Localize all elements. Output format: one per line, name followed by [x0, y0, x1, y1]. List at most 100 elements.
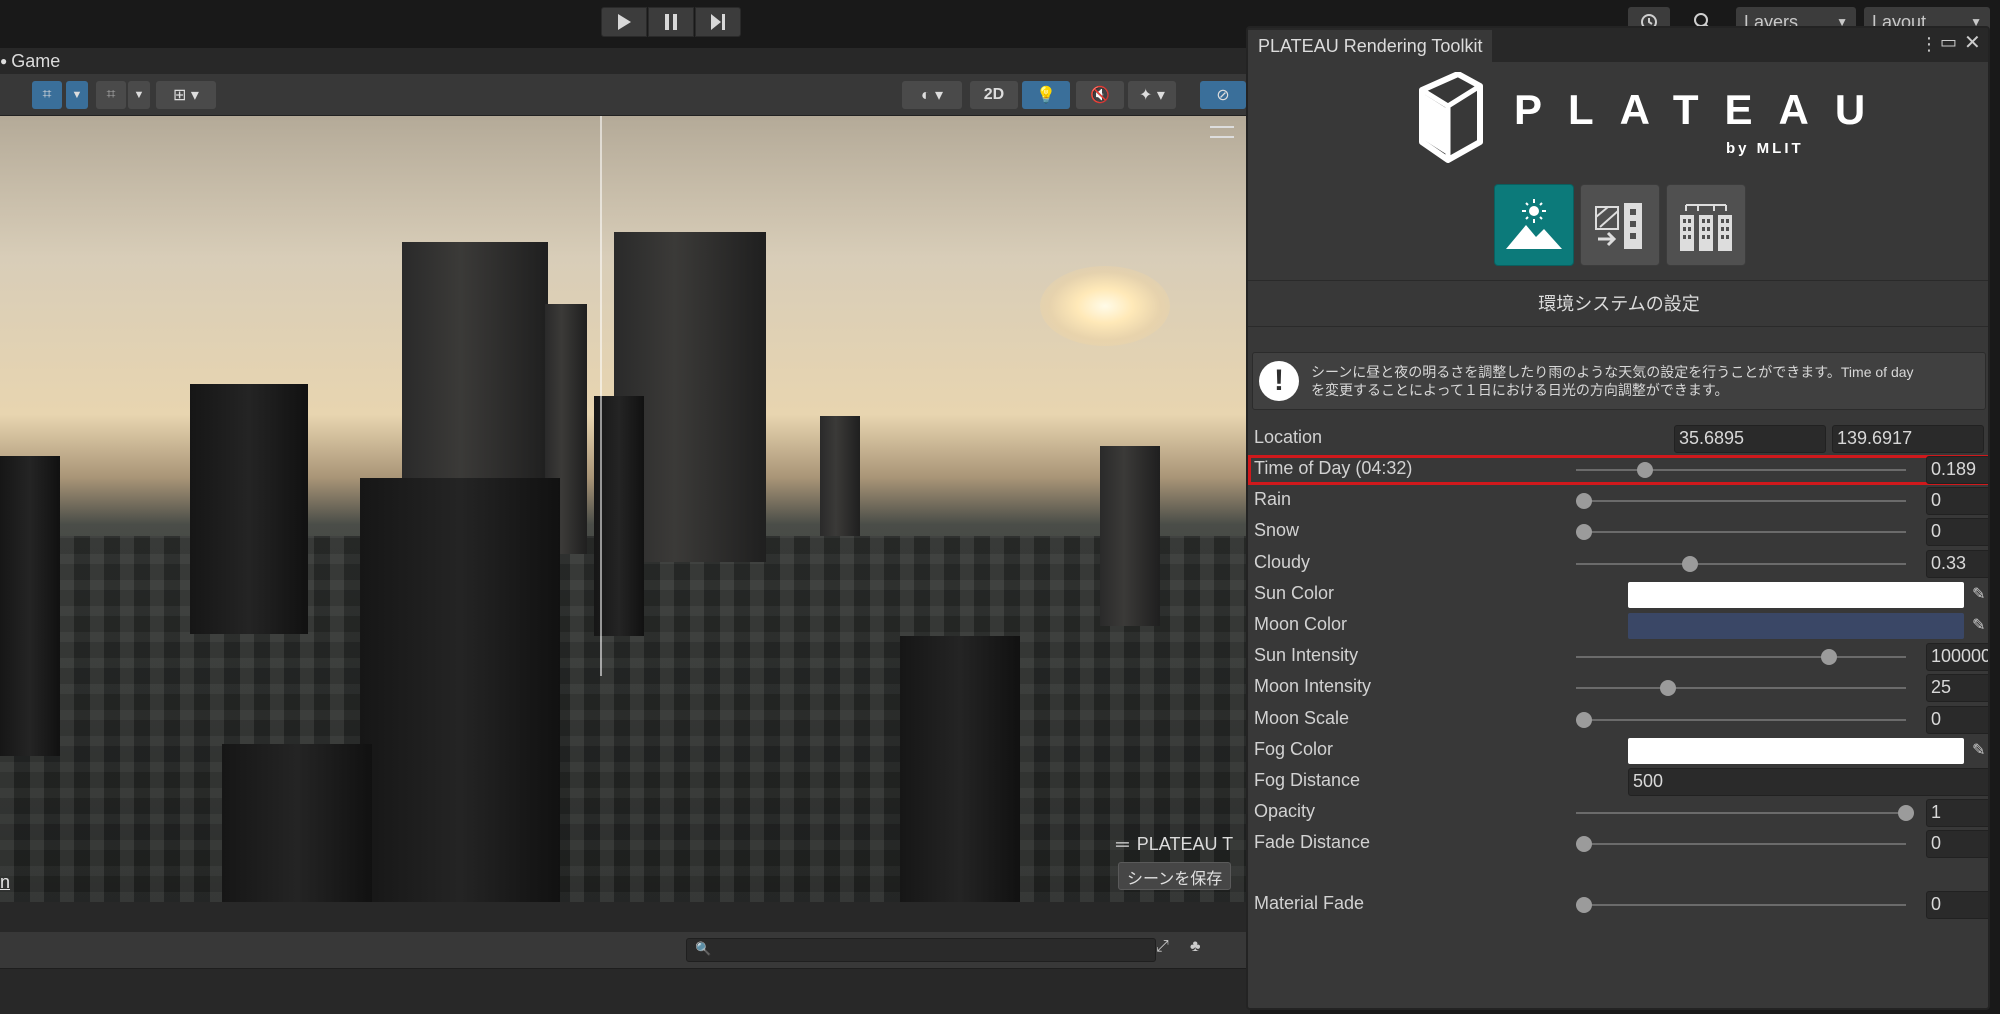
grid-snap-button[interactable]: ⌗ — [96, 81, 126, 109]
moon-color-swatch[interactable] — [1628, 613, 1964, 639]
fade-distance-slider-track[interactable] — [1576, 843, 1906, 846]
building — [820, 416, 860, 536]
toggle-2d-button[interactable]: 2D — [970, 81, 1018, 109]
visibility-toggle[interactable]: ⊘ — [1200, 81, 1246, 109]
search-icon: 🔍 — [695, 941, 712, 956]
material-fade-value[interactable]: 0 — [1926, 891, 1988, 919]
cloudy-value[interactable]: 0.33 — [1926, 549, 1988, 578]
cloudy-label: Cloudy — [1254, 551, 1311, 572]
cloudy-slider-track[interactable] — [1576, 562, 1906, 565]
mountain-sun-icon — [1506, 199, 1562, 249]
moon-intensity-label: Moon Intensity — [1254, 676, 1372, 697]
time-of-day-slider-knob[interactable] — [1636, 462, 1653, 478]
section-buildings-button[interactable] — [1666, 184, 1746, 266]
game-viewport[interactable]: ═ PLATEAU T シーンを保存 n — [0, 116, 1248, 902]
opacity-slider-track[interactable] — [1576, 812, 1906, 815]
moon-intensity-slider-track[interactable] — [1576, 687, 1906, 690]
moon-scale-label: Moon Scale — [1254, 707, 1350, 728]
search-input[interactable]: 🔍 — [686, 938, 1156, 962]
effects-toggle[interactable]: ✦ ▾ — [1128, 81, 1176, 109]
sun-intensity-slider-knob[interactable] — [1820, 649, 1837, 666]
play-button[interactable] — [601, 7, 647, 37]
moon-intensity-slider-knob[interactable] — [1659, 680, 1676, 697]
guide-line — [600, 116, 602, 676]
moon-scale-slider-track[interactable] — [1576, 718, 1906, 721]
moon-intensity-value[interactable]: 25 — [1926, 674, 1988, 703]
expand-icon[interactable]: ⤢ — [1156, 938, 1178, 962]
more-options-icon[interactable]: ⋮ — [1920, 34, 1938, 55]
building — [900, 636, 1020, 902]
opacity-value[interactable]: 1 — [1926, 799, 1988, 828]
lighting-toggle[interactable]: 💡 — [1022, 81, 1070, 109]
transform-tool-button[interactable]: ⌗ — [32, 81, 62, 109]
building — [1100, 446, 1160, 626]
moon-color-label: Moon Color — [1254, 614, 1348, 634]
rain-value[interactable]: 0 — [1926, 487, 1988, 516]
section-title: 環境システムの設定 — [1538, 294, 1700, 314]
eyedropper-icon[interactable]: ✎ — [1972, 740, 1988, 760]
sun-intensity-value[interactable]: 100000 — [1926, 643, 1988, 672]
material-fade-slider-knob[interactable] — [1576, 897, 1592, 913]
fog-color-swatch[interactable] — [1628, 737, 1964, 764]
menu-icon[interactable] — [1210, 126, 1234, 138]
eyedropper-icon[interactable]: ✎ — [1972, 584, 1988, 604]
close-icon[interactable]: ✕ — [1964, 30, 1981, 55]
sun-color-row: Sun Color ✎ — [1254, 580, 1985, 610]
fade-distance-slider-knob[interactable] — [1576, 836, 1592, 853]
building-arrow-icon — [1595, 203, 1642, 249]
chevron-down-icon: ▼ — [133, 89, 145, 101]
fog-distance-field[interactable]: 500 — [1628, 768, 1988, 796]
location-row: Location 35.6895 139.6917 — [1254, 424, 1984, 454]
sun-intensity-row: Sun Intensity 100000 — [1254, 642, 1988, 672]
fade-distance-value[interactable]: 0 — [1926, 830, 1988, 859]
grid-snap-icon: ⌗ — [106, 86, 116, 103]
filter-icon[interactable]: ♣ — [1190, 938, 1214, 962]
logo-text: PLATEAU — [1514, 86, 1892, 133]
snow-slider-track[interactable] — [1576, 531, 1906, 534]
cloudy-slider-knob[interactable] — [1682, 555, 1699, 572]
sun-color-swatch[interactable] — [1628, 581, 1964, 608]
audio-toggle[interactable]: 🔇 — [1076, 81, 1124, 109]
pause-button[interactable] — [648, 7, 694, 37]
sun-intensity-slider-track[interactable] — [1576, 656, 1906, 659]
latitude-field[interactable]: 35.6895 — [1674, 425, 1826, 453]
building — [222, 744, 372, 902]
ruler-icon: ⊞ ▾ — [173, 87, 199, 104]
snow-value[interactable]: 0 — [1926, 518, 1988, 547]
section-environment-button[interactable] — [1494, 184, 1574, 266]
location-label: Location — [1254, 427, 1323, 447]
rain-slider-track[interactable] — [1576, 500, 1906, 503]
time-of-day-value[interactable]: 0.189 — [1926, 456, 1988, 484]
time-of-day-label: Time of Day (04:32) — [1254, 458, 1413, 478]
section-texture-button[interactable] — [1580, 184, 1660, 266]
tab-game[interactable]: ● Game — [0, 48, 60, 74]
rain-slider-knob[interactable] — [1576, 493, 1592, 510]
gamepad-icon: ● — [0, 54, 8, 68]
moon-color-row: Moon Color ✎ — [1254, 611, 1985, 641]
info-exclamation-icon: ! — [1259, 361, 1299, 401]
fog-color-label: Fog Color — [1254, 738, 1334, 759]
shading-mode-dropdown[interactable]: ◐ ▾ — [902, 81, 962, 109]
save-scene-button[interactable]: シーンを保存 — [1118, 862, 1232, 890]
moon-scale-value[interactable]: 0 — [1926, 705, 1988, 734]
sun-glow — [1040, 266, 1170, 346]
fog-color-row: Fog Color ✎ — [1254, 736, 1985, 766]
transform-dropdown[interactable]: ▼ — [66, 81, 88, 109]
chevron-down-icon: ▼ — [71, 89, 83, 101]
panel-title: PLATEAU Rendering Toolkit — [1258, 35, 1483, 56]
snow-slider-knob[interactable] — [1576, 524, 1592, 541]
info-text: シーンに昼と夜の明るさを調整したり雨のような天気の設定を行うことができます。Ti… — [1311, 363, 1914, 399]
eye-slash-icon: ⊘ — [1216, 87, 1230, 104]
eyedropper-icon[interactable]: ✎ — [1972, 615, 1988, 635]
tab-plateau-rendering-toolkit[interactable]: PLATEAU Rendering Toolkit — [1248, 30, 1493, 62]
opacity-slider-knob[interactable] — [1898, 805, 1914, 822]
material-fade-slider-track[interactable] — [1576, 904, 1906, 906]
longitude-field[interactable]: 139.6917 — [1832, 425, 1984, 453]
grid-snap-dropdown[interactable]: ▼ — [128, 81, 150, 109]
increment-snap-button[interactable]: ⊞ ▾ — [156, 81, 216, 109]
step-button[interactable] — [695, 7, 741, 37]
moon-scale-slider-knob[interactable] — [1576, 711, 1592, 728]
maximize-icon[interactable]: ▭ — [1940, 32, 1957, 53]
time-of-day-slider-track[interactable] — [1576, 469, 1906, 471]
rain-row: Rain 0 — [1254, 486, 1988, 516]
